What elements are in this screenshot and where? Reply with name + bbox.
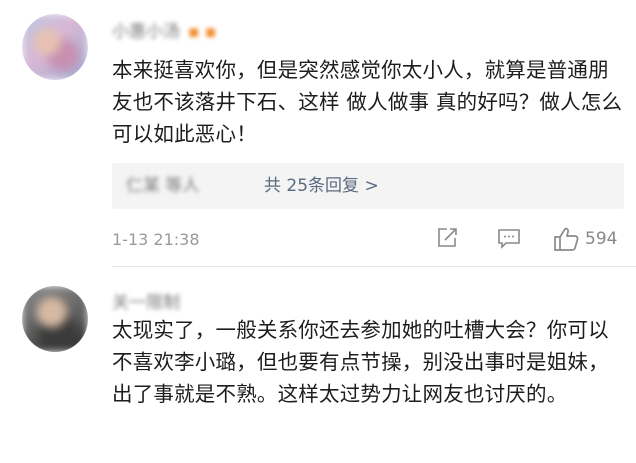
user-badge-icon: ▪ ▪: [188, 22, 217, 42]
username[interactable]: 关一限制: [112, 288, 180, 313]
username-text: 关一限制: [112, 293, 180, 313]
avatar[interactable]: [22, 14, 88, 80]
replies-users: 仁某 等人: [126, 176, 200, 196]
like-icon: [554, 227, 579, 251]
like-count: 594: [585, 229, 618, 249]
share-icon[interactable]: [435, 226, 459, 256]
username[interactable]: 小惠小汤 ▪ ▪: [112, 17, 216, 42]
avatar[interactable]: [22, 286, 88, 352]
like-button[interactable]: 594: [552, 226, 632, 256]
comment-icon[interactable]: [496, 226, 520, 256]
divider: [112, 266, 636, 267]
replies-count-link[interactable]: 共 25条回复 >: [264, 163, 379, 209]
replies-summary[interactable]: 仁某 等人 共 25条回复 >: [112, 163, 624, 209]
username-text: 小惠小汤: [112, 22, 180, 42]
comment-timestamp: 1-13 21:38: [112, 230, 200, 249]
comment-text: 本来挺喜欢你，但是突然感觉你太小人，就算是普通朋友也不该落井下石、这样 做人做事…: [112, 58, 623, 146]
comment-text: 太现实了，一般关系你还去参加她的吐槽大会？你可以不喜欢李小璐，但也要有点节操，别…: [112, 318, 609, 406]
